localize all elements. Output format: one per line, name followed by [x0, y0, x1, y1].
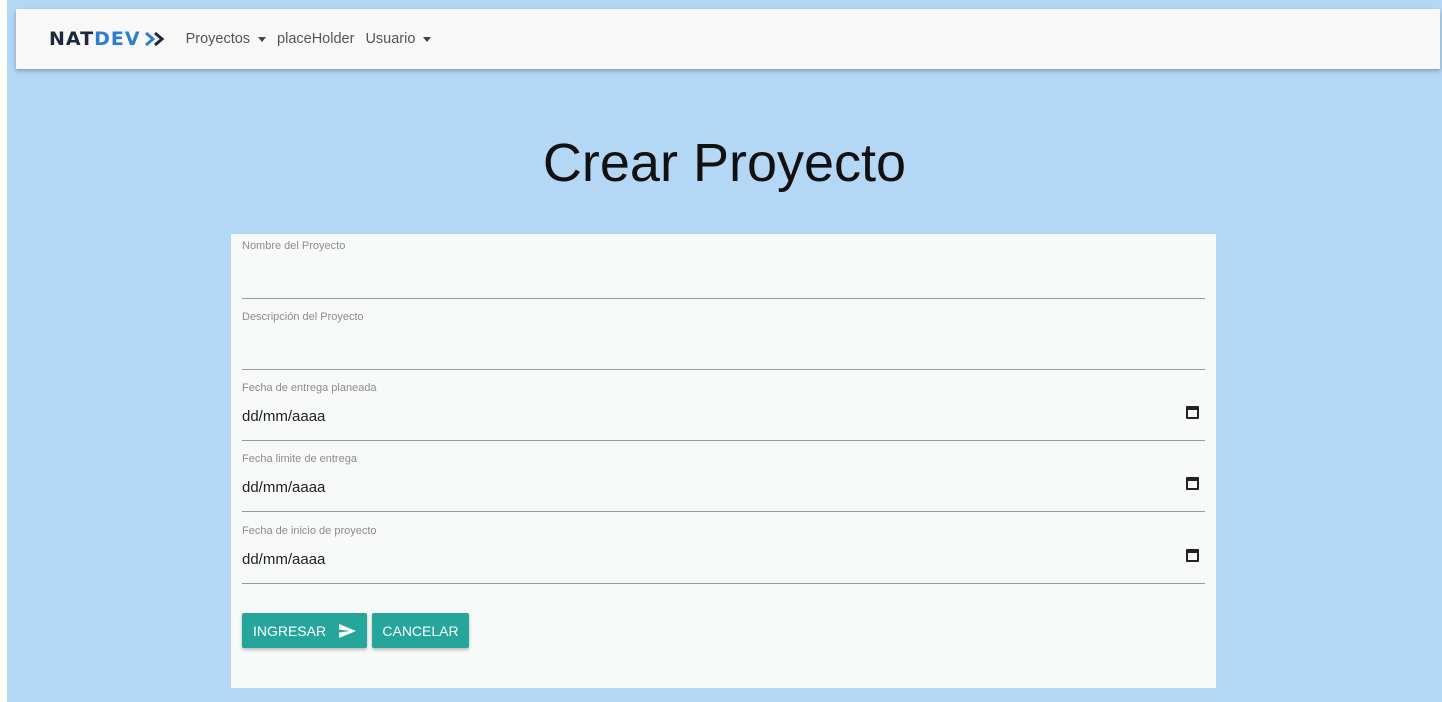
- caret-down-icon: [258, 36, 267, 42]
- project-description-field: Descripción del Proyecto: [242, 305, 1205, 370]
- planned-delivery-date-field: Fecha de entrega planeada: [242, 376, 1205, 441]
- submit-button-label: INGRESAR: [252, 622, 327, 639]
- project-start-date-input[interactable]: [242, 547, 1205, 571]
- project-start-date-field: Fecha de inicio de proyecto: [242, 519, 1205, 584]
- submit-button[interactable]: INGRESAR: [242, 613, 367, 648]
- delivery-deadline-label: Fecha limite de entrega: [242, 453, 357, 465]
- nav-item-placeholder[interactable]: placeHolder: [277, 31, 354, 47]
- calendar-icon[interactable]: [1186, 477, 1199, 490]
- project-description-input[interactable]: [242, 333, 1205, 357]
- nav-menu: Proyectos placeHolder Usuario: [186, 31, 443, 47]
- navbar: NAT DEV Proyectos placeHolder Usuario: [16, 9, 1440, 69]
- nav-item-proyectos-label: Proyectos: [185, 31, 251, 47]
- project-start-date-label: Fecha de inicio de proyecto: [242, 525, 377, 537]
- nav-item-proyectos[interactable]: Proyectos: [185, 31, 267, 47]
- planned-delivery-date-input[interactable]: [242, 404, 1205, 428]
- brand-text-dev: DEV: [94, 28, 141, 50]
- double-chevron-right-icon: [144, 31, 168, 47]
- calendar-icon[interactable]: [1186, 549, 1199, 562]
- project-name-field: Nombre del Proyecto: [242, 234, 1205, 299]
- project-name-label: Nombre del Proyecto: [242, 240, 346, 252]
- delivery-deadline-field: Fecha limite de entrega: [242, 447, 1205, 512]
- project-description-label: Descripción del Proyecto: [242, 311, 364, 323]
- brand-text-nat: NAT: [49, 28, 95, 50]
- nav-item-placeholder-label: placeHolder: [277, 31, 355, 47]
- delivery-deadline-input[interactable]: [242, 475, 1205, 499]
- create-project-form: Nombre del Proyecto Descripción del Proy…: [231, 234, 1216, 688]
- project-name-input[interactable]: [242, 262, 1205, 286]
- nav-item-usuario[interactable]: Usuario: [365, 31, 432, 47]
- calendar-icon[interactable]: [1186, 406, 1199, 419]
- brand-logo[interactable]: NAT DEV: [49, 28, 168, 50]
- cancel-button-label: CANCELAR: [382, 622, 459, 639]
- page-title: Crear Proyecto: [542, 133, 907, 193]
- planned-delivery-date-label: Fecha de entrega planeada: [242, 382, 377, 394]
- cancel-button[interactable]: CANCELAR: [372, 613, 469, 648]
- send-icon: [339, 623, 357, 638]
- page-background: NAT DEV Proyectos placeHolder Usuario Cr…: [7, 0, 1442, 702]
- caret-down-icon: [423, 36, 432, 42]
- nav-item-usuario-label: Usuario: [365, 31, 416, 47]
